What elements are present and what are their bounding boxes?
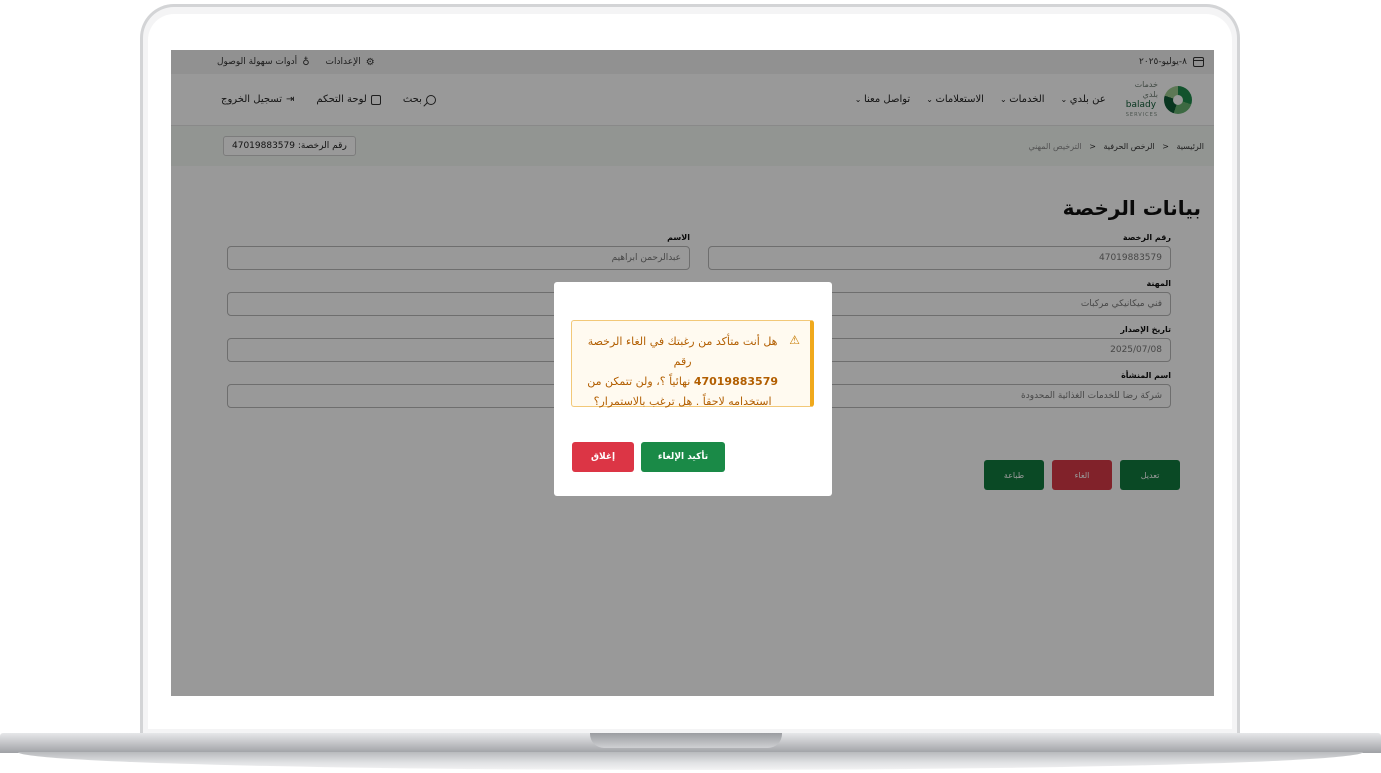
modal-actions: إغلاق تأكيد الإلغاء (572, 442, 725, 472)
cancel-confirmation-modal: ⚠ هل أنت متأكد من رغبتك في الغاء الرخصة … (554, 282, 832, 496)
warning-message: هل أنت متأكد من رغبتك في الغاء الرخصة رق… (584, 332, 781, 408)
warning-alert: ⚠ هل أنت متأكد من رغبتك في الغاء الرخصة … (571, 320, 814, 408)
warning-line-2-rest: نهائياً ؟، ولن تتمكن من (587, 375, 691, 388)
warning-license-number: 47019883579 (693, 375, 779, 388)
warning-line-3: استخدامه لاحقاً . هل ترغب بالاستمرار؟ (593, 395, 772, 408)
confirm-cancel-button[interactable]: تأكيد الإلغاء (641, 442, 725, 472)
laptop-base-foot (18, 752, 1363, 770)
warning-line-1: هل أنت متأكد من رغبتك في الغاء الرخصة رق… (587, 335, 778, 368)
warning-line-2: 47019883579 نهائياً ؟، ولن تتمكن من (584, 372, 781, 392)
laptop-notch (590, 733, 782, 748)
close-button[interactable]: إغلاق (572, 442, 634, 472)
warning-icon: ⚠ (789, 333, 800, 347)
